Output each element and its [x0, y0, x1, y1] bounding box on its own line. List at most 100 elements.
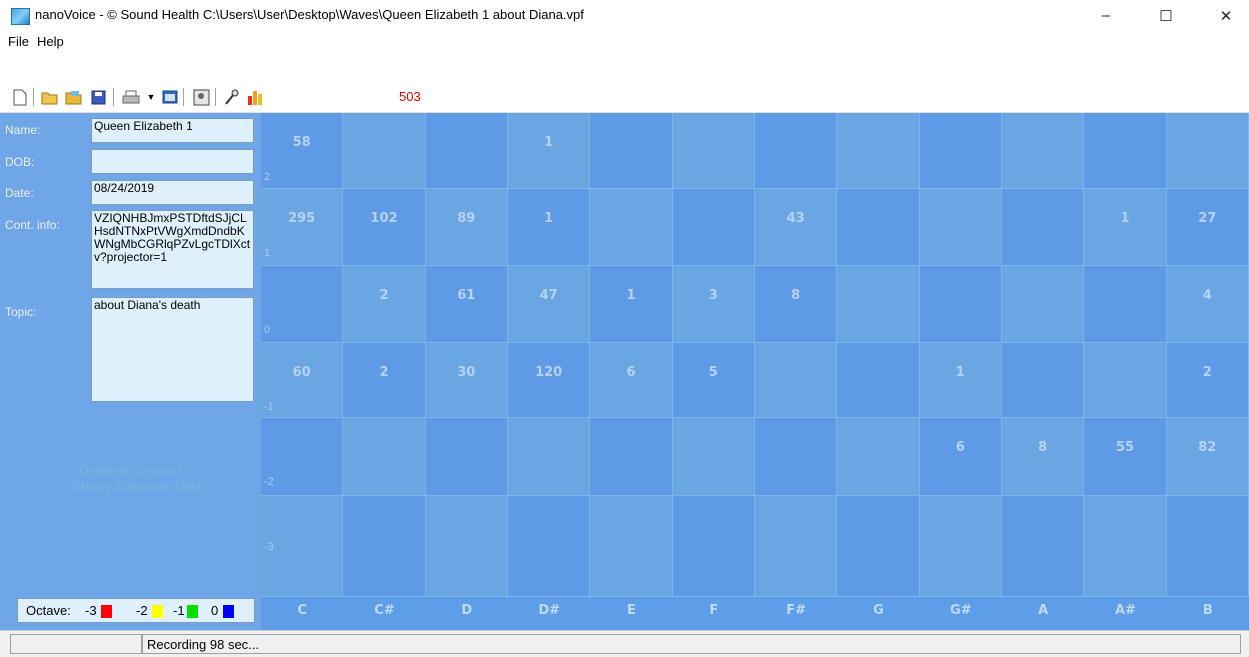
grid-cell — [425, 418, 508, 496]
cell-value: 82 — [1198, 440, 1217, 455]
menu-help[interactable]: Help — [37, 34, 64, 49]
grid-cell — [425, 113, 508, 189]
note-label: F — [709, 603, 719, 618]
octave-minus3-label: -3 — [85, 603, 97, 618]
credit-line-1: Original concept — [79, 462, 182, 477]
grid-cell — [1084, 343, 1167, 418]
grid-cell: 47 — [508, 266, 591, 343]
cell-value: 8 — [1038, 440, 1048, 455]
cell-value: 4 — [1202, 288, 1212, 303]
grid-cell — [837, 418, 920, 496]
print-icon[interactable] — [121, 86, 141, 108]
octave-minus2-label: -2 — [136, 603, 148, 618]
credit-line-2: © Shany Edwards 1992 — [59, 479, 202, 494]
grid-cell — [919, 266, 1002, 343]
yellow-swatch — [152, 605, 163, 618]
octave-row-label: 0 — [264, 324, 271, 336]
note-header-row: C C# D D# E F F# G G# A A# B — [261, 597, 1249, 630]
grid-cell — [837, 496, 920, 597]
contact-info-field[interactable]: VZIQNHBJmxPSTDftdSJjCLHsdNTNxPtVWgXmdDnd… — [91, 210, 254, 289]
minimize-button[interactable]: – — [1083, 0, 1129, 31]
grid-cell — [1002, 266, 1085, 343]
grid-cell — [590, 189, 673, 266]
octave-row-label: -2 — [264, 476, 274, 488]
open-icon[interactable] — [40, 86, 60, 108]
note-grid: 58 1 2 295 102 89 1 43 1 27 1 2 61 47 1 3 8 4 0 60 2 30 120 6 5 1… — [261, 113, 1249, 597]
grid-cell: 5 — [672, 343, 755, 418]
grid-cell — [343, 113, 426, 189]
topic-label: Topic: — [5, 305, 37, 319]
status-bar: Recording 98 sec... — [0, 630, 1249, 657]
cell-value: 295 — [288, 211, 316, 226]
note-label: D — [461, 603, 473, 618]
grid-cell: 61 — [425, 266, 508, 343]
maximize-button[interactable]: ☐ — [1143, 0, 1189, 31]
grid-cell — [1166, 113, 1249, 189]
grid-cell: 1 — [508, 113, 591, 189]
cell-value: 43 — [786, 211, 805, 226]
cell-value: 2 — [1202, 365, 1212, 380]
grid-cell — [919, 113, 1002, 189]
window-title: nanoVoice - © Sound Health C:\Users\User… — [35, 7, 584, 22]
grid-cell — [672, 418, 755, 496]
grid-cell — [1002, 113, 1085, 189]
red-swatch — [101, 605, 112, 618]
note-label: C — [297, 603, 307, 618]
cell-value: 6 — [955, 440, 965, 455]
grid-cell: 6 — [919, 418, 1002, 496]
stamp-icon[interactable] — [191, 86, 211, 108]
dob-label: DOB: — [5, 155, 35, 169]
grid-cell — [672, 496, 755, 597]
microphone-icon[interactable] — [221, 86, 241, 108]
open-folder-icon[interactable] — [64, 86, 84, 108]
grid-cell: 4 — [1166, 266, 1249, 343]
green-swatch — [187, 605, 198, 618]
grid-cell: 55 — [1084, 418, 1167, 496]
dob-field[interactable] — [91, 149, 254, 174]
grid-cell — [1084, 496, 1167, 597]
grid-cell — [837, 113, 920, 189]
name-field[interactable]: Queen Elizabeth 1 — [91, 118, 254, 143]
app-icon — [11, 8, 30, 25]
grid-cell — [755, 418, 838, 496]
cell-value: 2 — [379, 288, 389, 303]
grid-cell — [672, 113, 755, 189]
octave-legend: Octave: -3 -2 -1 0 — [17, 598, 255, 623]
cell-value: 47 — [539, 288, 558, 303]
close-button[interactable]: ✕ — [1203, 0, 1249, 31]
new-icon[interactable] — [10, 86, 30, 108]
toolbar — [0, 84, 1249, 113]
date-field[interactable]: 08/24/2019 — [91, 180, 254, 205]
cell-value: 102 — [370, 211, 398, 226]
grid-cell — [837, 266, 920, 343]
bar-chart-icon[interactable] — [246, 86, 266, 108]
octave-row-label: 2 — [264, 171, 271, 183]
date-label: Date: — [5, 186, 34, 200]
grid-cell: 2 — [343, 343, 426, 418]
grid-cell — [1166, 496, 1249, 597]
topic-field[interactable]: about Diana's death — [91, 297, 254, 402]
window-icon[interactable] — [160, 86, 180, 108]
menu-file[interactable]: File — [8, 34, 29, 49]
grid-cell — [1084, 266, 1167, 343]
octave-0-label: 0 — [211, 603, 219, 618]
grid-cell: 82 — [1166, 418, 1249, 496]
cell-value: 3 — [708, 288, 718, 303]
grid-cell — [755, 113, 838, 189]
dropdown-arrow-icon[interactable]: ▼ — [141, 86, 161, 108]
cell-value: 60 — [292, 365, 311, 380]
save-icon[interactable] — [88, 86, 108, 108]
grid-cell: 27 — [1166, 189, 1249, 266]
toolbar-separator — [113, 88, 114, 106]
grid-cell — [343, 496, 426, 597]
grid-cell: 8 — [755, 266, 838, 343]
patient-info-panel: Name: Queen Elizabeth 1 DOB: Date: 08/24… — [0, 113, 261, 630]
status-message: Recording 98 sec... — [142, 634, 1241, 654]
grid-cell: 58 — [261, 113, 344, 189]
menu-bar: File Help — [0, 31, 1249, 53]
grid-cell — [508, 418, 591, 496]
grid-cell — [590, 418, 673, 496]
cell-value: 58 — [292, 135, 311, 150]
grid-cell — [837, 189, 920, 266]
grid-cell — [1002, 343, 1085, 418]
